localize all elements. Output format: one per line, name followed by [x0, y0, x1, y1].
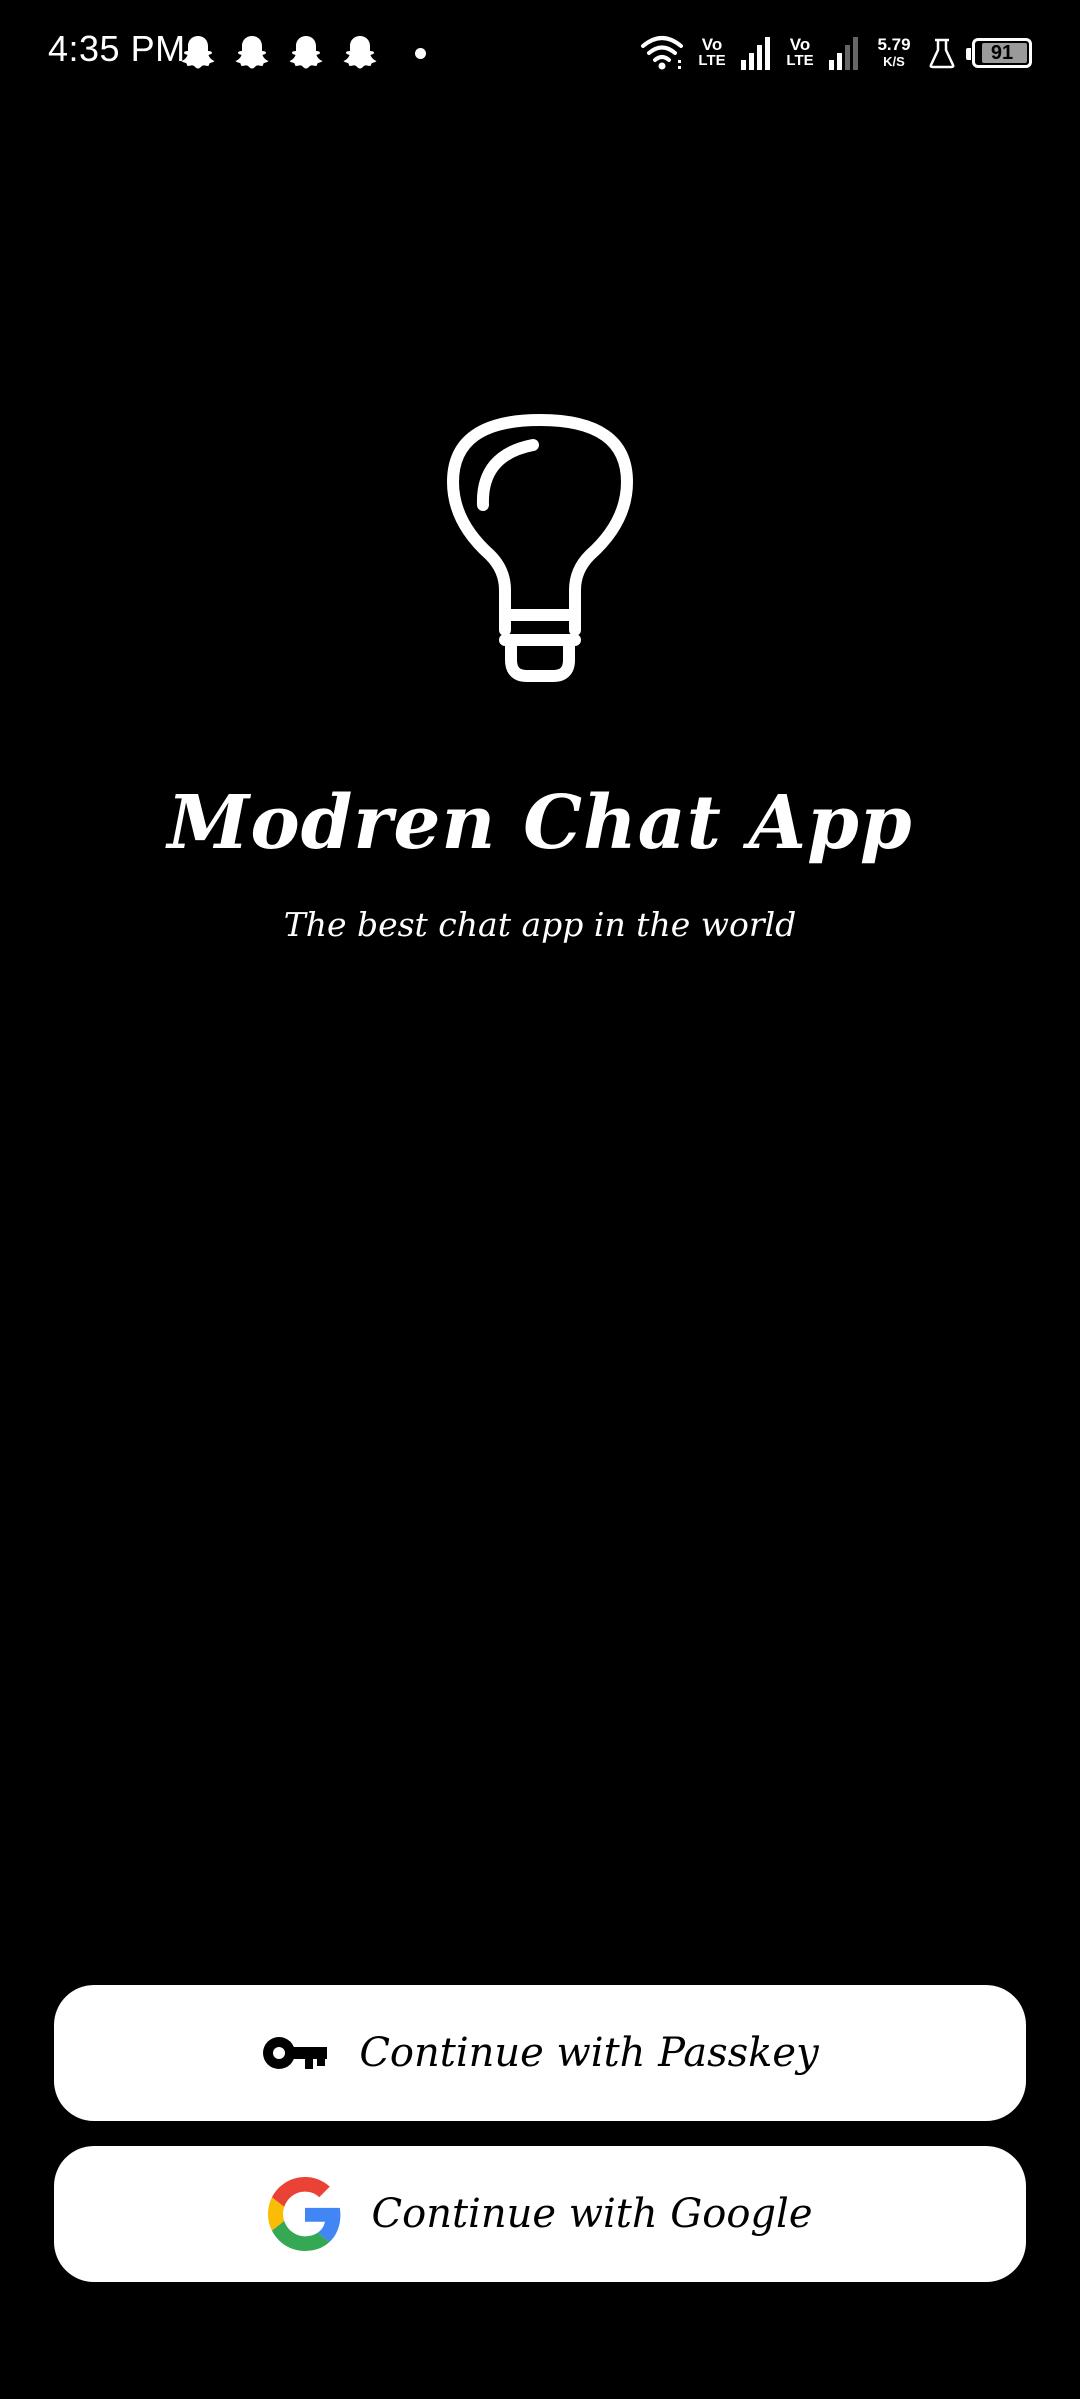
volte-sim1-indicator: Vo LTE: [696, 35, 728, 69]
network-speed-unit: K/S: [883, 54, 905, 69]
snapchat-icon: [288, 34, 324, 72]
flask-icon: [928, 37, 956, 69]
signal-sim1-icon: [740, 36, 772, 70]
snapchat-icon: [342, 34, 378, 72]
network-speed: 5.79 K/S: [872, 36, 916, 70]
status-time: 4:35 PM: [48, 28, 186, 69]
volte-sim1-bottom: LTE: [698, 52, 726, 69]
app-title: Modren Chat App: [167, 780, 913, 866]
network-speed-value: 5.79: [877, 35, 911, 54]
system-icons: Vo LTE Vo LTE 5.79 K/S 91: [640, 30, 1032, 76]
wifi-icon: [640, 34, 684, 72]
continue-with-passkey-button[interactable]: Continue with Passkey: [54, 1985, 1026, 2121]
volte-sim2-top: Vo: [789, 35, 811, 54]
notification-icons: [180, 34, 378, 72]
google-button-label: Continue with Google: [371, 2191, 813, 2237]
status-bar: 4:35 PM Vo LTE Vo LTE 5.79 K/S 91: [0, 0, 1080, 110]
app-subtitle: The best chat app in the world: [283, 905, 797, 944]
lightbulb-icon: [445, 410, 635, 690]
more-notifications-dot: [415, 48, 426, 59]
battery-percentage: 91: [990, 41, 1014, 64]
google-logo-icon: [267, 2177, 342, 2251]
volte-sim2-indicator: Vo LTE: [784, 35, 816, 69]
signal-sim2-icon: [828, 36, 860, 70]
battery-indicator: 91: [966, 38, 1032, 68]
volte-sim2-bottom: LTE: [786, 52, 814, 69]
snapchat-icon: [234, 34, 270, 72]
volte-sim1-top: Vo: [701, 35, 723, 54]
key-icon: [261, 2033, 329, 2073]
snapchat-icon: [180, 34, 216, 72]
continue-with-google-button[interactable]: Continue with Google: [54, 2146, 1026, 2282]
passkey-button-label: Continue with Passkey: [359, 2030, 819, 2076]
